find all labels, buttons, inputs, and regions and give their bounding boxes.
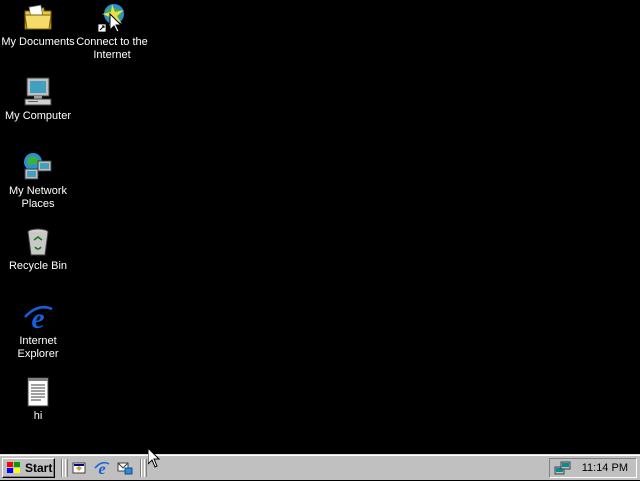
desktop-icon-label: Internet Explorer xyxy=(17,335,59,360)
computer-icon xyxy=(24,77,52,106)
mouse-cursor-icon xyxy=(148,448,160,468)
desktop-icon-label: My Network Places xyxy=(8,185,68,210)
desktop: My Documents Connect to the Internet My … xyxy=(0,0,640,454)
quick-launch-show-desktop[interactable] xyxy=(69,459,89,477)
taskbar: Start e 11:14 PM xyxy=(0,454,640,480)
quick-launch-outlook-express[interactable] xyxy=(115,459,135,477)
internet-explorer-icon: e xyxy=(94,461,110,476)
desktop-icon-hi[interactable]: hi xyxy=(0,376,76,423)
desktop-icon-label: My Computer xyxy=(4,110,72,122)
desktop-icon-recycle-bin[interactable]: Recycle Bin xyxy=(0,226,76,273)
windows-logo-icon xyxy=(7,462,20,473)
desktop-icon-label: hi xyxy=(33,410,43,422)
desktop-icon-my-documents[interactable]: My Documents xyxy=(0,2,76,49)
folder-documents-icon xyxy=(24,4,52,30)
start-label: Start xyxy=(25,461,53,475)
desktop-icon-my-computer[interactable]: My Computer xyxy=(0,76,76,123)
quick-launch-grip[interactable] xyxy=(65,459,68,477)
desktop-icon-connect-internet[interactable]: Connect to the Internet xyxy=(74,2,150,62)
desktop-icon-label: My Documents xyxy=(1,36,75,48)
outlook-express-icon xyxy=(117,462,133,475)
text-document-icon xyxy=(27,377,49,407)
start-button[interactable]: Start xyxy=(2,458,55,478)
system-tray: 11:14 PM xyxy=(549,458,637,478)
desktop-icon-internet-explorer[interactable]: e Internet Explorer xyxy=(0,301,76,361)
desktop-icon-my-network-places[interactable]: My Network Places xyxy=(0,151,76,211)
network-connection-icon[interactable] xyxy=(554,460,572,481)
recycle-bin-icon xyxy=(27,228,49,256)
taskbar-separator xyxy=(140,459,142,477)
quick-launch-internet-explorer[interactable]: e xyxy=(92,459,112,477)
clock[interactable]: 11:14 PM xyxy=(582,462,628,474)
network-icon xyxy=(24,153,52,180)
desktop-icon-label: Connect to the Internet xyxy=(76,36,148,61)
task-list-grip[interactable] xyxy=(144,459,147,477)
show-desktop-icon xyxy=(72,462,86,474)
desktop-icon-label: Recycle Bin xyxy=(8,260,68,272)
internet-explorer-icon: e xyxy=(24,302,53,333)
connect-internet-icon xyxy=(97,4,124,33)
taskbar-separator xyxy=(61,459,63,477)
